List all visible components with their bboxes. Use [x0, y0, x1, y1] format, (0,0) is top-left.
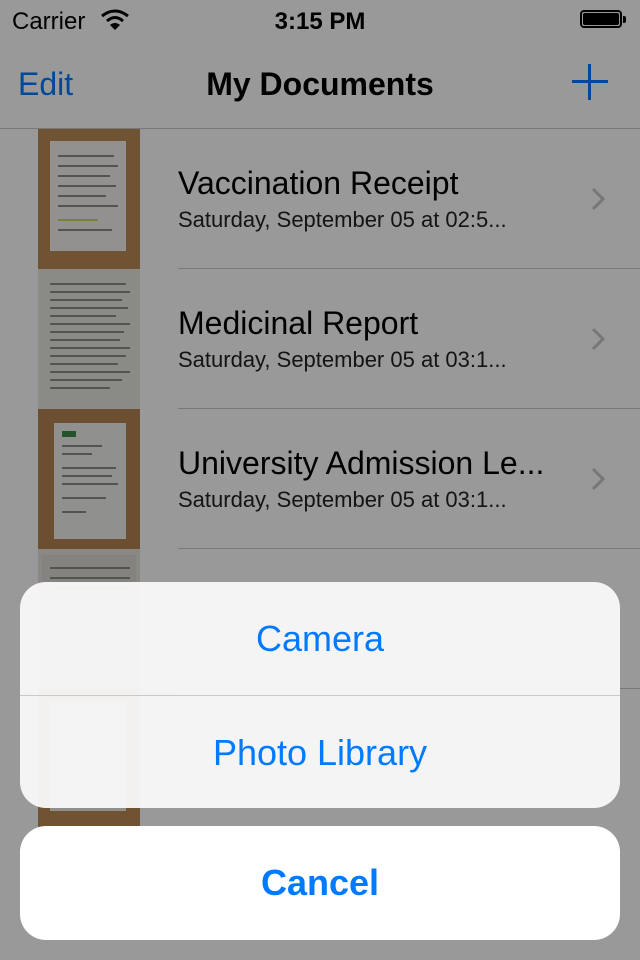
dimming-overlay[interactable]	[0, 0, 640, 960]
action-sheet: Camera Photo Library	[20, 582, 620, 808]
photo-library-button[interactable]: Photo Library	[20, 696, 620, 808]
camera-button[interactable]: Camera	[20, 582, 620, 695]
cancel-button[interactable]: Cancel	[20, 826, 620, 940]
